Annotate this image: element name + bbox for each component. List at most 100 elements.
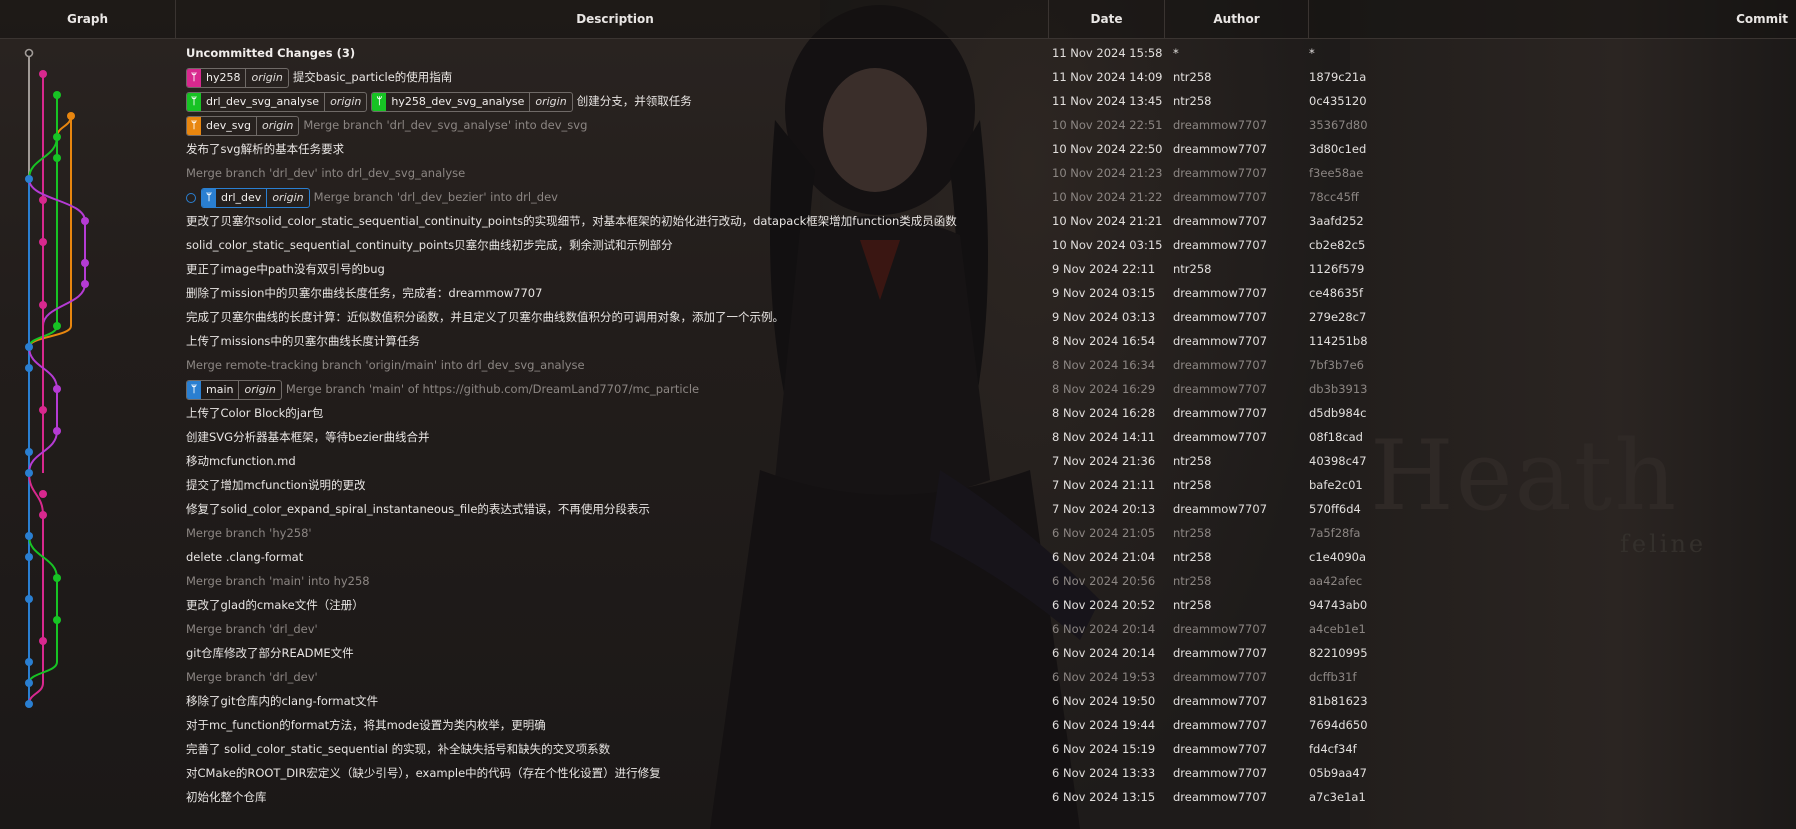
commit-author: * (1173, 46, 1179, 60)
commit-row[interactable]: 更改了贝塞尔solid_color_static_sequential_cont… (0, 209, 1796, 233)
commit-row[interactable]: 修复了solid_color_expand_spiral_instantaneo… (0, 497, 1796, 521)
commit-description: 修复了solid_color_expand_spiral_instantaneo… (186, 497, 1046, 521)
commit-message: delete .clang-format (186, 550, 304, 564)
commit-hash: * (1309, 46, 1315, 60)
branch-icon: ᛘ (372, 92, 387, 111)
commit-hash: dcffb31f (1309, 670, 1357, 684)
commit-hash: 3aafd252 (1309, 214, 1364, 228)
commit-row[interactable]: 发布了svg解析的基本任务要求 10 Nov 2024 22:50 dreammow… (0, 137, 1796, 161)
commit-author: ntr258 (1173, 574, 1212, 588)
column-header-graph[interactable]: Graph (0, 0, 175, 38)
commit-date: 8 Nov 2024 16:29 (1052, 382, 1156, 396)
commit-row[interactable]: ᛘ dev_svg origin Merge branch 'drl_dev_svg_… (0, 113, 1796, 137)
commit-date: 9 Nov 2024 03:15 (1052, 286, 1156, 300)
commit-message: git仓库修改了部分README文件 (186, 646, 354, 660)
commit-message: 完善了 solid_color_static_sequential 的实现，补全… (186, 742, 611, 756)
commit-description: 上传了missions中的贝塞尔曲线长度计算任务 (186, 329, 1046, 353)
commit-message: 初始化整个仓库 (186, 790, 267, 804)
commit-row[interactable]: 移除了git仓库内的clang-format文件 6 Nov 2024 19:50… (0, 689, 1796, 713)
commit-author: dreammow7707 (1173, 670, 1268, 684)
commit-row[interactable]: 完成了贝塞尔曲线的长度计算：近似数值积分函数，并且定义了贝塞尔曲线数值积分的可调… (0, 305, 1796, 329)
commit-description: Merge branch 'hy258' (186, 521, 1046, 545)
commit-author: dreammow7707 (1173, 622, 1268, 636)
commit-hash: 35367d80 (1309, 118, 1368, 132)
commit-description: solid_color_static_sequential_continuity… (186, 233, 1046, 257)
commit-date: 9 Nov 2024 03:13 (1052, 310, 1156, 324)
commit-row[interactable]: 上传了Color Block的jar包 8 Nov 2024 16:28 dream… (0, 401, 1796, 425)
commit-message: solid_color_static_sequential_continuity… (186, 238, 673, 252)
commit-date: 7 Nov 2024 21:36 (1052, 454, 1156, 468)
commit-row[interactable]: 初始化整个仓库 6 Nov 2024 13:15 dreammow7707 a7c3e… (0, 785, 1796, 809)
column-header-date[interactable]: Date (1049, 0, 1164, 38)
commit-hash: 82210995 (1309, 646, 1368, 660)
commit-date: 10 Nov 2024 21:23 (1052, 166, 1163, 180)
commit-description: 更改了glad的cmake文件（注册） (186, 593, 1046, 617)
commit-date: 6 Nov 2024 15:19 (1052, 742, 1156, 756)
commit-author: ntr258 (1173, 70, 1212, 84)
commit-author: ntr258 (1173, 478, 1212, 492)
commit-row[interactable]: ᛘ hy258 origin 提交basic_particle的使用指南 11 Nov … (0, 65, 1796, 89)
commit-author: dreammow7707 (1173, 286, 1268, 300)
commit-message: 创建分支，并领取任务 (576, 94, 692, 108)
commit-row[interactable]: ᛘ main origin Merge branch 'main' of https:… (0, 377, 1796, 401)
branch-label[interactable]: ᛘ drl_dev origin (201, 187, 310, 208)
commit-row[interactable]: 创建SVG分析器基本框架，等待bezier曲线合并 8 Nov 2024 14:1… (0, 425, 1796, 449)
commit-row[interactable]: Merge branch 'drl_dev' into drl_dev_svg_… (0, 161, 1796, 185)
commit-author: dreammow7707 (1173, 238, 1268, 252)
branch-label[interactable]: ᛘ drl_dev_svg_analyse origin (186, 91, 368, 112)
commit-row[interactable]: 上传了missions中的贝塞尔曲线长度计算任务 8 Nov 2024 16:54… (0, 329, 1796, 353)
commit-row[interactable]: 对CMake的ROOT_DIR宏定义（缺少引号），example中的代码（存在个… (0, 761, 1796, 785)
commit-hash: 114251b8 (1309, 334, 1368, 348)
commit-message: Merge branch 'drl_dev_bezier' into drl_d… (313, 190, 558, 204)
commit-row[interactable]: 更正了image中path没有双引号的bug 9 Nov 2024 22:11 nt… (0, 257, 1796, 281)
commit-row[interactable]: Uncommitted Changes (3) 11 Nov 2024 15:58… (0, 41, 1796, 65)
commit-description: 对于mc_function的format方法，将其mode设置为类内枚举，更明确 (186, 713, 1046, 737)
commit-row[interactable]: 完善了 solid_color_static_sequential 的实现，补全… (0, 737, 1796, 761)
commit-date: 11 Nov 2024 13:45 (1052, 94, 1163, 108)
commit-row[interactable]: Merge branch 'drl_dev' 6 Nov 2024 20:14 dr… (0, 617, 1796, 641)
branch-icon: ᛘ (202, 188, 216, 207)
commit-date: 9 Nov 2024 22:11 (1052, 262, 1156, 276)
branch-label[interactable]: ᛘ main origin (186, 379, 282, 400)
commit-message: Merge branch 'main' into hy258 (186, 574, 370, 588)
commit-row[interactable]: 移动mcfunction.md 7 Nov 2024 21:36 ntr258 403… (0, 449, 1796, 473)
column-header-commit[interactable]: Commit (1309, 0, 1788, 38)
commit-row[interactable]: 提交了增加mcfunction说明的更改 7 Nov 2024 21:11 ntr2… (0, 473, 1796, 497)
commit-row[interactable]: ᛘ drl_dev_svg_analyse origin ᛘ hy258_dev_svg… (0, 89, 1796, 113)
commit-row[interactable]: 对于mc_function的format方法，将其mode设置为类内枚举，更明确… (0, 713, 1796, 737)
commit-author: ntr258 (1173, 94, 1212, 108)
branch-label[interactable]: ᛘ dev_svg origin (186, 115, 300, 136)
commit-row[interactable]: 删除了mission中的贝塞尔曲线长度任务，完成者：dreammow7707 9 … (0, 281, 1796, 305)
commit-message: 对CMake的ROOT_DIR宏定义（缺少引号），example中的代码（存在个… (186, 766, 661, 780)
commit-row[interactable]: Merge branch 'main' into hy258 6 Nov 2024… (0, 569, 1796, 593)
branch-name: hy258 (206, 70, 241, 84)
commit-row[interactable]: 更改了glad的cmake文件（注册） 6 Nov 2024 20:52 ntr25… (0, 593, 1796, 617)
commit-description: ᛘ drl_dev origin Merge branch 'drl_dev_bezi… (186, 185, 1046, 209)
commit-message: 更改了贝塞尔solid_color_static_sequential_cont… (186, 214, 957, 228)
commit-description: 提交了增加mcfunction说明的更改 (186, 473, 1046, 497)
branch-label[interactable]: ᛘ hy258_dev_svg_analyse origin (371, 91, 573, 112)
column-header-author[interactable]: Author (1165, 0, 1308, 38)
commit-row[interactable]: git仓库修改了部分README文件 6 Nov 2024 20:14 dreamm… (0, 641, 1796, 665)
commit-row[interactable]: solid_color_static_sequential_continuity… (0, 233, 1796, 257)
branch-icon: ᛘ (187, 92, 201, 111)
branch-label[interactable]: ᛘ hy258 origin (186, 67, 289, 88)
commit-date: 6 Nov 2024 13:33 (1052, 766, 1156, 780)
commit-date: 6 Nov 2024 19:50 (1052, 694, 1156, 708)
commit-author: dreammow7707 (1173, 406, 1268, 420)
commit-row[interactable]: Merge branch 'hy258' 6 Nov 2024 21:05 ntr2… (0, 521, 1796, 545)
commit-message: Merge remote-tracking branch 'origin/mai… (186, 358, 585, 372)
commit-row[interactable]: Merge remote-tracking branch 'origin/mai… (0, 353, 1796, 377)
commit-row[interactable]: delete .clang-format 6 Nov 2024 21:04 ntr2… (0, 545, 1796, 569)
commit-description: ᛘ dev_svg origin Merge branch 'drl_dev_svg_… (186, 113, 1046, 137)
remote-name: origin (245, 68, 287, 87)
commit-date: 6 Nov 2024 20:56 (1052, 574, 1156, 588)
commit-date: 7 Nov 2024 21:11 (1052, 478, 1156, 492)
commit-hash: 0c435120 (1309, 94, 1367, 108)
commit-date: 10 Nov 2024 21:21 (1052, 214, 1163, 228)
commit-row[interactable]: ᛘ drl_dev origin Merge branch 'drl_dev_bezi… (0, 185, 1796, 209)
column-header-description[interactable]: Description (182, 0, 1048, 38)
commit-hash: 40398c47 (1309, 454, 1367, 468)
commit-row[interactable]: Merge branch 'drl_dev' 6 Nov 2024 19:53 dr… (0, 665, 1796, 689)
remote-name: origin (529, 92, 571, 111)
